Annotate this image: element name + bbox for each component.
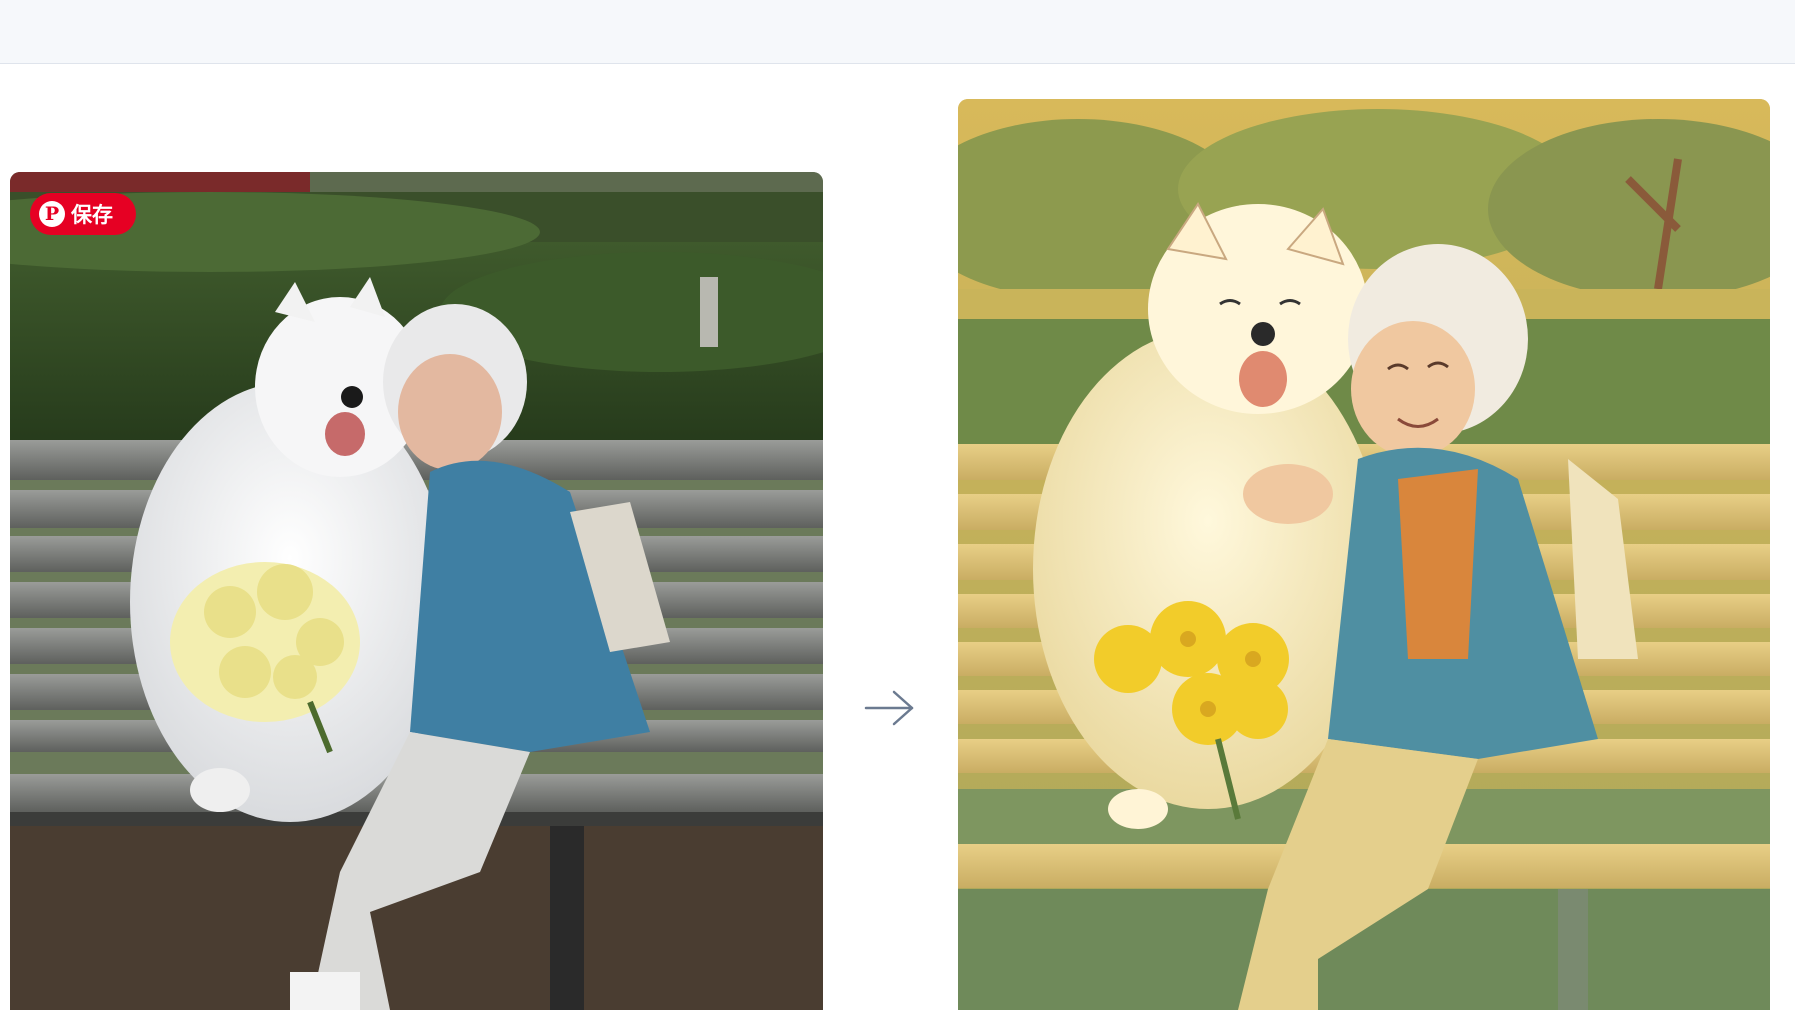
illustrated-image xyxy=(958,99,1770,1010)
arrow-right-icon xyxy=(864,690,914,726)
save-button-label: 保存 xyxy=(71,203,113,227)
illustrated-image-graphic xyxy=(958,99,1770,1010)
original-photo-graphic xyxy=(10,172,823,1010)
pinterest-icon: P xyxy=(39,201,65,227)
original-photo xyxy=(10,172,823,1010)
top-bar xyxy=(0,0,1795,64)
pinterest-save-button[interactable]: P 保存 xyxy=(30,193,136,235)
